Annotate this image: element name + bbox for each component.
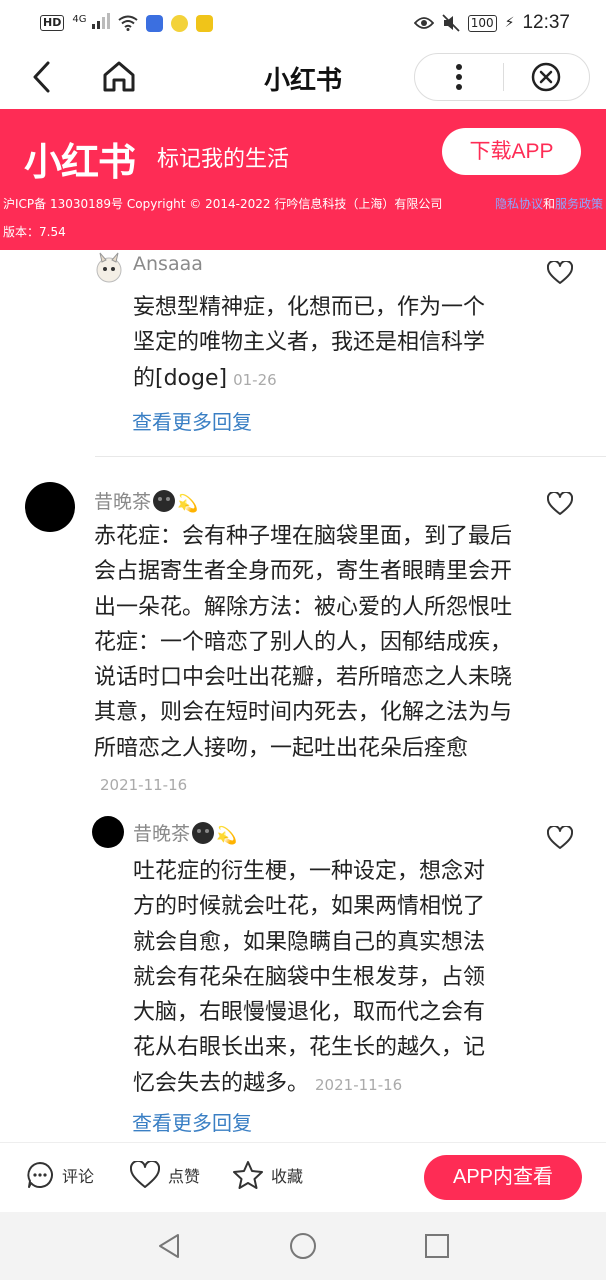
download-app-button[interactable]: 下载APP [442, 128, 581, 175]
heart-icon [130, 1161, 160, 1188]
comment-time: 2021-11-16 [100, 776, 188, 795]
status-bar: HD 4G 100 ⚡ 12:37 [0, 0, 606, 46]
clock: 12:37 [522, 12, 570, 33]
dark-face-emoji-icon [153, 490, 176, 512]
more-button[interactable] [415, 53, 503, 101]
comment-divider [95, 456, 606, 457]
system-navigation-bar [0, 1212, 606, 1280]
like-heart-icon[interactable] [547, 492, 573, 516]
comment-text: 妄想型精神症，化想而已，作为一个坚定的唯物主义者，我还是相信科学的[doge] [133, 295, 486, 391]
comment-button[interactable]: 评论 [26, 1161, 94, 1189]
comment-time: 01-26 [233, 370, 277, 389]
network-type: 4G [72, 13, 87, 25]
home-icon [103, 61, 135, 92]
mini-program-capsule [414, 53, 590, 101]
eye-icon [413, 17, 434, 29]
status-right: 100 ⚡ 12:37 [413, 12, 570, 34]
home-circle-icon[interactable] [288, 1231, 318, 1261]
collect-label: 收藏 [271, 1167, 304, 1186]
back-button[interactable] [26, 58, 60, 96]
close-button[interactable] [504, 53, 590, 101]
like-button[interactable]: 点赞 [130, 1161, 200, 1189]
service-policy-link[interactable]: 服务政策 [555, 197, 603, 211]
back-icon [33, 61, 50, 93]
app-banner: 小红书 标记我的生活 下载APP 沪ICP备 13030189号 Copyrig… [0, 109, 606, 250]
avatar[interactable] [25, 482, 75, 532]
dark-face-emoji-icon [192, 822, 215, 844]
policy-links: 隐私协议和服务政策 [495, 195, 603, 212]
charging-icon: ⚡ [504, 15, 515, 31]
bottom-action-bar: 评论 点赞 收藏 APP内查看 [0, 1142, 606, 1212]
username-text: 昔晚茶 [94, 491, 152, 513]
username-text: 昔晚茶 [133, 823, 191, 845]
comment-icon [27, 1162, 53, 1188]
sparkle-emoji-icon: 💫 [216, 826, 238, 846]
comment-text-wrap: 妄想型精神症，化想而已，作为一个坚定的唯物主义者，我还是相信科学的[doge] 0… [133, 290, 503, 398]
comment-text: 赤花症：会有种子埋在脑袋里面，到了最后会占据寄生者全身而死，寄生者眼睛里会开出一… [94, 524, 513, 761]
like-heart-icon[interactable] [547, 261, 573, 285]
avatar[interactable] [92, 816, 124, 848]
privacy-link[interactable]: 隐私协议 [495, 197, 543, 211]
comment-time: 2021-11-16 [315, 1075, 403, 1094]
policy-and: 和 [542, 197, 555, 211]
view-more-replies-link[interactable]: 查看更多回复 [132, 1107, 252, 1136]
close-icon [532, 62, 561, 92]
hd-badge: HD [40, 15, 65, 31]
recents-square-icon[interactable] [422, 1231, 452, 1261]
status-left: HD 4G [40, 12, 214, 34]
brand-logo: 小红书 [24, 140, 136, 184]
comment-text-wrap: 吐花症的衍生梗，一种设定，想念对方的时候就会吐花，如果两情相悦了就会自愈，如果隐… [133, 854, 503, 1103]
wifi-icon [118, 15, 138, 31]
open-in-app-button[interactable]: APP内查看 [424, 1155, 582, 1200]
mute-icon [442, 14, 460, 32]
avatar [96, 252, 122, 283]
comment-username[interactable]: 昔晚茶 💫 [94, 487, 198, 514]
like-heart-icon[interactable] [547, 826, 573, 850]
home-button[interactable] [100, 58, 138, 96]
view-more-replies-link[interactable]: 查看更多回复 [132, 406, 252, 435]
icp-text: 沪ICP备 13030189号 Copyright © 2014-2022 行吟… [3, 197, 443, 211]
comment-list: Ansaaa 妄想型精神症，化想而已，作为一个坚定的唯物主义者，我还是相信科学的… [0, 250, 606, 1142]
comment-text-wrap: 赤花症：会有种子埋在脑袋里面，到了最后会占据寄生者全身而死，寄生者眼睛里会开出一… [94, 519, 512, 803]
comment-username[interactable]: 昔晚茶 💫 [133, 819, 237, 846]
comment-text: 吐花症的衍生梗，一种设定，想念对方的时候就会吐花，如果两情相悦了就会自愈，如果隐… [133, 859, 486, 1096]
battery-level: 100 [467, 14, 497, 32]
more-icon [455, 64, 462, 90]
back-triangle-icon[interactable] [154, 1231, 184, 1261]
like-label: 点赞 [168, 1167, 201, 1186]
banner-slogan: 标记我的生活 [157, 147, 290, 172]
comment-label: 评论 [62, 1167, 95, 1186]
signal-icon: 4G [72, 12, 111, 34]
version-text: 版本：7.54 [3, 225, 66, 239]
nav-bar: 小红书 [0, 46, 606, 108]
collect-button[interactable]: 收藏 [233, 1161, 303, 1189]
music-app-icon [196, 14, 214, 32]
star-icon [233, 1161, 263, 1189]
shield-app-icon [146, 14, 164, 32]
sparkle-emoji-icon: 💫 [177, 494, 199, 514]
comment-username[interactable]: Ansaaa [133, 253, 203, 275]
chat-app-icon [171, 14, 189, 32]
